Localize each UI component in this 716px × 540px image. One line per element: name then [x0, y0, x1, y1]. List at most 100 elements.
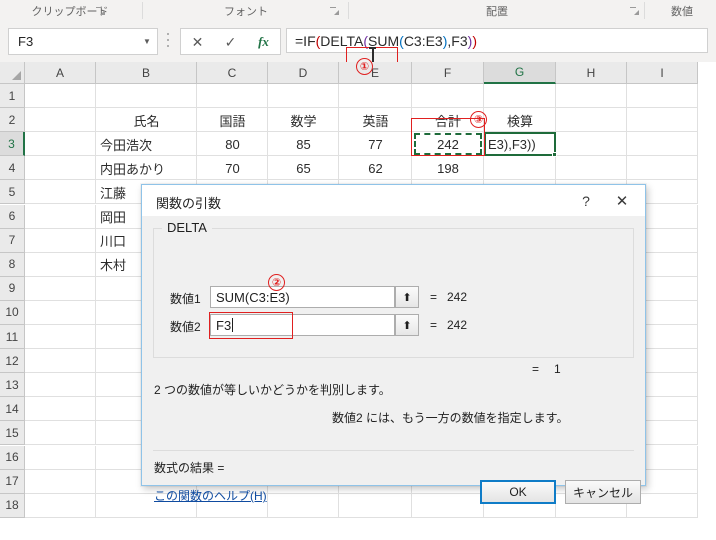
row-header-3[interactable]: 3: [0, 132, 25, 157]
cell-A7[interactable]: [25, 228, 96, 253]
cell-H1[interactable]: [556, 84, 627, 109]
column-header-B[interactable]: B: [96, 62, 197, 84]
cell-value-D2[interactable]: 数学: [268, 108, 339, 132]
dialog-launcher-icon[interactable]: [630, 6, 639, 15]
cell-H4[interactable]: [556, 156, 627, 181]
cell-value-C2[interactable]: 国語: [197, 108, 268, 132]
cell-D18[interactable]: [268, 493, 339, 518]
row-header-11[interactable]: 11: [0, 325, 25, 350]
arg2-input[interactable]: F3: [210, 314, 395, 336]
cell-value-D4[interactable]: 65: [268, 156, 339, 180]
arg1-range-picker-icon[interactable]: ⬆: [395, 286, 419, 308]
row-header-4[interactable]: 4: [0, 156, 25, 181]
cell-I2[interactable]: [627, 108, 698, 133]
select-all-corner[interactable]: [0, 62, 25, 84]
cell-H2[interactable]: [556, 108, 627, 133]
arg2-range-picker-icon[interactable]: ⬆: [395, 314, 419, 336]
cell-I4[interactable]: [627, 156, 698, 181]
column-header-A[interactable]: A: [25, 62, 96, 84]
cell-A12[interactable]: [25, 349, 96, 374]
column-header-C[interactable]: C: [197, 62, 268, 84]
cell-G4[interactable]: [484, 156, 556, 181]
cell-A14[interactable]: [25, 397, 96, 422]
column-header-H[interactable]: H: [556, 62, 627, 84]
confirm-entry-icon[interactable]: ✓: [214, 35, 247, 49]
row-header-17[interactable]: 17: [0, 469, 25, 494]
formula-token: ): [472, 32, 477, 49]
chevron-down-icon[interactable]: ▼: [137, 37, 157, 46]
cell-A6[interactable]: [25, 204, 96, 229]
cell-A16[interactable]: [25, 445, 96, 470]
cell-value-B4[interactable]: 内田あかり: [96, 156, 197, 180]
row-header-14[interactable]: 14: [0, 397, 25, 422]
cell-value-C3[interactable]: 80: [197, 132, 268, 156]
cell-A4[interactable]: [25, 156, 96, 181]
cell-value-F3[interactable]: 242: [412, 132, 484, 156]
cell-A15[interactable]: [25, 421, 96, 446]
column-header-I[interactable]: I: [627, 62, 698, 84]
row-header-5[interactable]: 5: [0, 180, 25, 205]
cell-value-F4[interactable]: 198: [412, 156, 484, 180]
cell-value-B2[interactable]: 氏名: [96, 108, 197, 132]
cell-A2[interactable]: [25, 108, 96, 133]
row-header-8[interactable]: 8: [0, 252, 25, 277]
cell-I3[interactable]: [627, 132, 698, 157]
cell-I1[interactable]: [627, 84, 698, 109]
row-header-6[interactable]: 6: [0, 204, 25, 229]
cell-D1[interactable]: [268, 84, 339, 109]
cell-value-E2[interactable]: 英語: [339, 108, 412, 132]
close-icon[interactable]: ✕: [609, 191, 635, 211]
row-header-18[interactable]: 18: [0, 493, 25, 518]
row-header-2[interactable]: 2: [0, 108, 25, 133]
function-arguments-dialog[interactable]: 関数の引数 ? ✕ DELTA 数値1 SUM(C3:E3) ⬆ = 242 数…: [141, 184, 646, 504]
cell-F1[interactable]: [412, 84, 484, 109]
cell-A11[interactable]: [25, 325, 96, 350]
column-header-D[interactable]: D: [268, 62, 339, 84]
cell-value-C4[interactable]: 70: [197, 156, 268, 180]
row-header-1[interactable]: 1: [0, 84, 25, 109]
cancel-button[interactable]: キャンセル: [565, 480, 641, 504]
row-header-10[interactable]: 10: [0, 300, 25, 325]
column-header-F[interactable]: F: [412, 62, 484, 84]
column-header-E[interactable]: E: [339, 62, 412, 84]
cell-A13[interactable]: [25, 373, 96, 398]
name-box[interactable]: F3 ▼: [8, 28, 158, 55]
cell-B1[interactable]: [96, 84, 197, 109]
cell-value-E3[interactable]: 77: [339, 132, 412, 156]
cell-C1[interactable]: [197, 84, 268, 109]
formula-input[interactable]: =IF(DELTA(SUM(C3:E3),F3)): [286, 28, 708, 53]
dialog-launcher-icon[interactable]: [96, 6, 105, 15]
cell-H3[interactable]: [556, 132, 627, 157]
cell-A9[interactable]: [25, 276, 96, 301]
cell-value-B3[interactable]: 今田浩次: [96, 132, 197, 156]
cell-E1[interactable]: [339, 84, 412, 109]
cell-E18[interactable]: [339, 493, 412, 518]
help-icon[interactable]: ?: [574, 191, 598, 211]
row-header-9[interactable]: 9: [0, 276, 25, 301]
row-header-7[interactable]: 7: [0, 228, 25, 253]
cell-A17[interactable]: [25, 469, 96, 494]
cell-A3[interactable]: [25, 132, 96, 157]
cell-value-E4[interactable]: 62: [339, 156, 412, 180]
cell-value-G2[interactable]: 検算: [484, 108, 556, 132]
cell-G1[interactable]: [484, 84, 556, 109]
cell-A5[interactable]: [25, 180, 96, 205]
dialog-launcher-icon[interactable]: [330, 6, 339, 15]
arg1-value: SUM(C3:E3): [216, 289, 290, 305]
row-header-16[interactable]: 16: [0, 445, 25, 470]
arg1-input[interactable]: SUM(C3:E3): [210, 286, 395, 308]
row-header-15[interactable]: 15: [0, 421, 25, 446]
insert-function-icon[interactable]: fx: [247, 35, 280, 48]
cell-value-D3[interactable]: 85: [268, 132, 339, 156]
row-header-13[interactable]: 13: [0, 373, 25, 398]
function-help-link[interactable]: この関数のヘルプ(H): [154, 487, 267, 504]
cancel-entry-icon[interactable]: ✕: [181, 35, 214, 49]
cell-F18[interactable]: [412, 493, 484, 518]
cell-A1[interactable]: [25, 84, 96, 109]
cell-A8[interactable]: [25, 252, 96, 277]
cell-A18[interactable]: [25, 493, 96, 518]
row-header-12[interactable]: 12: [0, 349, 25, 374]
ok-button[interactable]: OK: [480, 480, 556, 504]
cell-A10[interactable]: [25, 300, 96, 325]
column-header-G[interactable]: G: [484, 62, 556, 84]
